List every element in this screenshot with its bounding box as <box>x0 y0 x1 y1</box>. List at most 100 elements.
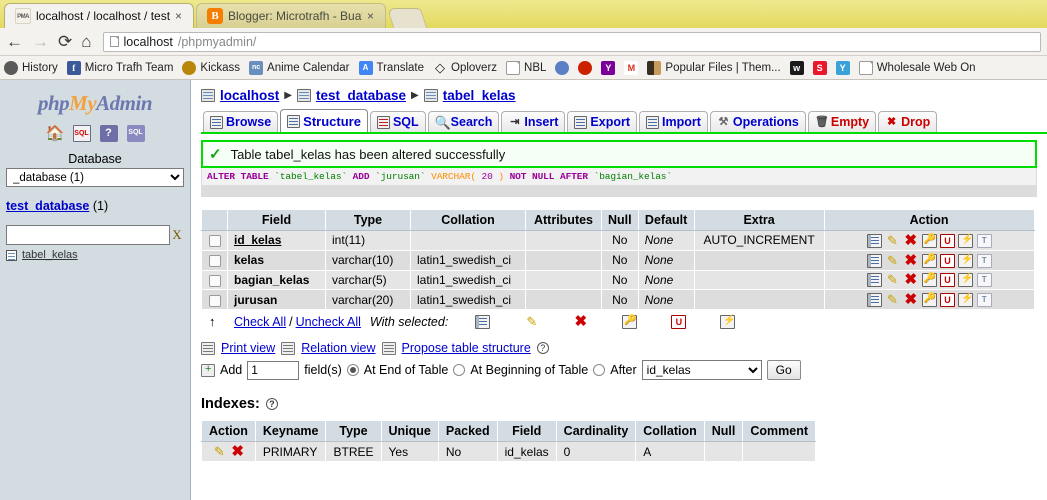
check-all-link[interactable]: Check All <box>234 315 286 329</box>
tab-insert[interactable]: ⇥ Insert <box>501 111 566 132</box>
tab-structure[interactable]: Structure <box>280 109 368 132</box>
breadcrumb-server[interactable]: localhost <box>220 88 279 103</box>
fulltext-icon[interactable]: T <box>976 253 992 268</box>
browse-icon[interactable] <box>475 314 491 329</box>
unique-icon[interactable]: U <box>671 314 687 329</box>
address-bar[interactable]: localhost/phpmyadmin/ <box>102 31 1041 52</box>
tab-sql[interactable]: SQL <box>369 111 426 132</box>
phpmyadmin-logo[interactable]: phpMyAdmin <box>6 86 184 116</box>
drop-icon[interactable]: ✖ <box>903 253 918 268</box>
row-checkbox[interactable] <box>208 274 221 287</box>
forward-button[interactable]: → <box>32 33 49 50</box>
row-checkbox-cell[interactable] <box>201 230 228 251</box>
database-select[interactable]: _database (1) <box>6 168 184 187</box>
unique-icon[interactable]: U <box>939 253 955 268</box>
unique-icon[interactable]: U <box>939 273 955 288</box>
col-field[interactable]: Field <box>227 209 326 231</box>
primary-icon[interactable] <box>921 273 937 288</box>
help-icon[interactable]: ? <box>265 398 278 411</box>
bookmark-s[interactable]: S <box>812 60 827 75</box>
close-icon[interactable]: × <box>175 9 185 23</box>
unique-icon[interactable]: U <box>939 233 955 248</box>
unique-icon[interactable]: U <box>939 293 955 308</box>
field-link[interactable]: bagian_kelas <box>234 273 309 287</box>
sql-doc-icon[interactable]: SQL <box>126 125 145 142</box>
drop-icon[interactable]: ✖ <box>903 292 918 307</box>
sidebar-table-link[interactable]: tabel_kelas <box>22 249 78 261</box>
primary-icon[interactable] <box>921 253 937 268</box>
fulltext-icon[interactable]: T <box>976 293 992 308</box>
index-icon[interactable] <box>720 314 736 329</box>
browser-tab-1[interactable]: B Blogger: Microtrafh - Buat × <box>196 3 386 28</box>
relation-view-link[interactable]: Relation view <box>301 341 375 355</box>
bookmark-gmail[interactable]: M <box>624 60 639 75</box>
table-filter-input[interactable] <box>6 225 170 245</box>
uncheck-all-link[interactable]: Uncheck All <box>296 315 361 329</box>
radio-at-beginning-of-table[interactable] <box>453 364 466 377</box>
sidebar-table-item[interactable]: tabel_kelas <box>6 249 184 261</box>
row-checkbox[interactable] <box>208 255 221 268</box>
index-icon[interactable] <box>958 293 974 308</box>
bookmark-micro-trafh-team[interactable]: f Micro Trafh Team <box>66 60 173 75</box>
home-button[interactable]: ⌂ <box>81 33 91 50</box>
primary-icon[interactable] <box>622 314 638 329</box>
after-column-select[interactable]: id_kelas <box>641 360 762 381</box>
row-checkbox[interactable] <box>208 235 221 248</box>
change-icon[interactable]: ✎ <box>885 293 900 307</box>
propose-structure-link[interactable]: Propose table structure <box>402 341 531 355</box>
browse-distinct-icon[interactable] <box>866 293 882 308</box>
database-link[interactable]: test_database <box>6 199 89 213</box>
browse-distinct-icon[interactable] <box>866 233 882 248</box>
tab-search[interactable]: 🔍 Search <box>427 111 500 132</box>
drop-icon[interactable]: ✖ <box>903 233 918 248</box>
tab-drop[interactable]: ✖ Drop <box>878 111 938 132</box>
bookmark-oploverz[interactable]: ◇ Oploverz <box>433 60 497 75</box>
bookmark-popular-files[interactable]: Popular Files | Them... <box>647 60 781 75</box>
bookmark-history[interactable]: History <box>4 60 58 75</box>
col-null[interactable]: Null <box>601 209 639 231</box>
browse-distinct-icon[interactable] <box>866 253 882 268</box>
index-icon[interactable] <box>958 233 974 248</box>
field-link[interactable]: id_kelas <box>234 233 281 247</box>
tab-import[interactable]: Import <box>639 111 708 132</box>
change-icon[interactable]: ✎ <box>524 314 539 329</box>
fulltext-icon[interactable]: T <box>976 273 992 288</box>
print-view-link[interactable]: Print view <box>221 341 275 355</box>
row-checkbox-cell[interactable] <box>201 249 228 271</box>
row-checkbox-cell[interactable] <box>201 289 228 311</box>
field-link[interactable]: jurusan <box>234 293 277 307</box>
change-icon[interactable]: ✎ <box>885 233 900 248</box>
go-button[interactable]: Go <box>766 360 801 381</box>
bookmark-nbl[interactable]: NBL <box>506 60 546 75</box>
change-icon[interactable]: ✎ <box>885 253 900 268</box>
bookmark-y-blue[interactable]: Y <box>835 60 850 75</box>
browse-distinct-icon[interactable] <box>866 273 882 288</box>
clear-filter-icon[interactable]: X <box>170 227 184 243</box>
help-icon[interactable]: ? <box>99 125 118 142</box>
col-extra[interactable]: Extra <box>693 209 825 231</box>
row-checkbox-cell[interactable] <box>201 269 228 291</box>
new-tab-button[interactable] <box>386 8 428 28</box>
bookmark-feather[interactable] <box>578 60 593 75</box>
radio-at-end-of-table[interactable] <box>346 364 359 377</box>
breadcrumb-table[interactable]: tabel_kelas <box>443 88 516 103</box>
bookmark-wholesale-web[interactable]: Wholesale Web On <box>858 60 976 75</box>
tab-export[interactable]: Export <box>567 111 637 132</box>
bookmark-paw[interactable] <box>555 60 570 75</box>
sql-query-icon[interactable]: SQL <box>72 125 91 142</box>
add-field-count-input[interactable] <box>247 360 300 380</box>
field-link[interactable]: kelas <box>234 253 264 267</box>
breadcrumb-database[interactable]: test_database <box>316 88 406 103</box>
home-icon[interactable]: 🏠 <box>46 125 65 142</box>
drop-icon[interactable]: ✖ <box>573 314 588 329</box>
index-icon[interactable] <box>958 253 974 268</box>
bookmark-kickass[interactable]: Kickass <box>182 60 240 75</box>
drop-icon[interactable]: ✖ <box>230 444 245 459</box>
tab-browse[interactable]: Browse <box>203 111 279 132</box>
change-icon[interactable]: ✎ <box>885 273 900 287</box>
row-checkbox[interactable] <box>208 294 221 307</box>
help-icon[interactable]: ? <box>536 342 549 355</box>
bookmark-anime-calendar[interactable]: nc Anime Calendar <box>249 60 350 75</box>
tab-operations[interactable]: ⚒ Operations <box>709 111 806 132</box>
browser-tab-0[interactable]: PMA localhost / localhost / test × <box>4 3 194 28</box>
